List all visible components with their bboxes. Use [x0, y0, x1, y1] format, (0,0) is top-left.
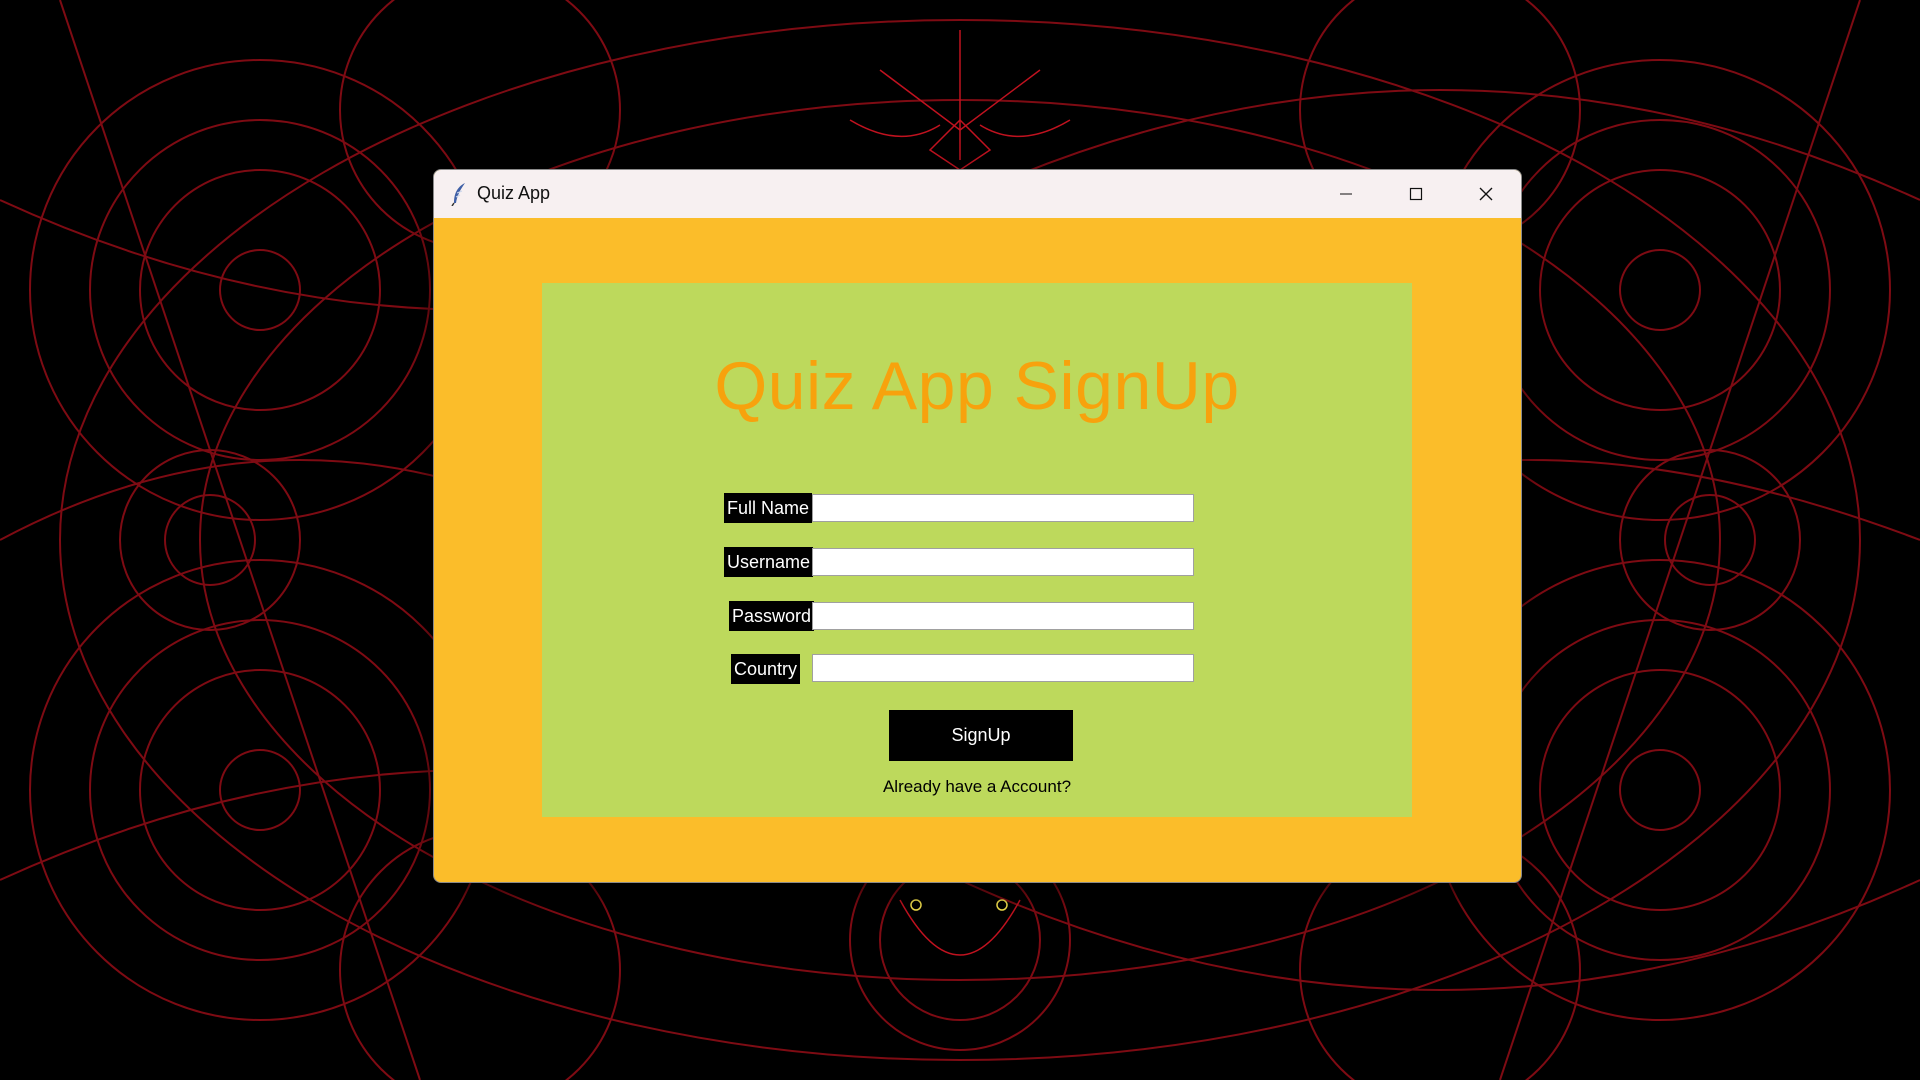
full-name-input[interactable] — [812, 494, 1194, 522]
desktop: Quiz App Quiz App SignUp Full Name Usern… — [0, 0, 1920, 1080]
full-name-label: Full Name — [724, 493, 813, 523]
quiz-app-window: Quiz App Quiz App SignUp Full Name Usern… — [433, 169, 1522, 883]
minimize-button[interactable] — [1311, 170, 1381, 218]
title-bar[interactable]: Quiz App — [434, 170, 1521, 218]
maximize-button[interactable] — [1381, 170, 1451, 218]
page-title: Quiz App SignUp — [714, 348, 1240, 424]
close-icon — [1479, 187, 1493, 201]
window-title: Quiz App — [477, 183, 551, 203]
password-label: Password — [729, 601, 815, 631]
close-button[interactable] — [1451, 170, 1521, 218]
username-input[interactable] — [812, 548, 1194, 576]
country-input[interactable] — [812, 654, 1194, 682]
signup-panel: Quiz App SignUp Full Name Username Passw… — [542, 283, 1412, 817]
feather-icon — [451, 183, 465, 206]
username-label: Username — [724, 547, 814, 577]
minimize-icon — [1340, 193, 1352, 195]
maximize-icon — [1409, 187, 1423, 201]
password-input[interactable] — [812, 602, 1194, 630]
signup-button[interactable]: SignUp — [889, 710, 1073, 761]
country-label: Country — [731, 654, 801, 684]
login-link[interactable]: Already have a Account? — [542, 777, 1412, 797]
